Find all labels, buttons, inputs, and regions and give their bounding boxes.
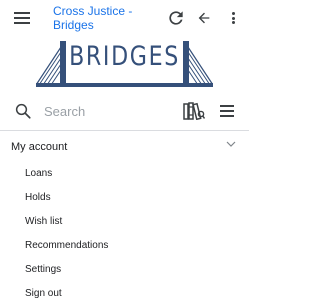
search-input[interactable] <box>44 101 164 121</box>
menu-item-loans[interactable]: Loans <box>25 164 52 184</box>
books-icon[interactable] <box>183 102 206 121</box>
page-title: Cross Justice - Bridges <box>53 4 133 32</box>
list-menu-icon[interactable] <box>220 105 234 117</box>
search-bar <box>0 98 249 124</box>
menu-item-recommendations[interactable]: Recommendations <box>25 236 108 256</box>
more-vert-icon[interactable] <box>226 7 240 29</box>
back-arrow-icon[interactable] <box>194 7 214 29</box>
my-account-toggle[interactable]: My account <box>0 133 249 161</box>
logo-wordmark: BRIDGES <box>69 41 180 72</box>
menu-item-sign-out[interactable]: Sign out <box>25 284 62 299</box>
menu-item-wish-list[interactable]: Wish list <box>25 212 62 232</box>
bridges-logo[interactable]: BRIDGES <box>36 39 213 89</box>
chevron-down-icon <box>226 141 236 147</box>
reload-icon[interactable] <box>165 7 187 29</box>
divider <box>0 130 249 131</box>
search-icon[interactable] <box>14 102 32 120</box>
app-top-bar: Cross Justice - Bridges <box>0 0 249 38</box>
menu-item-settings[interactable]: Settings <box>25 260 61 280</box>
menu-item-holds[interactable]: Holds <box>25 188 51 208</box>
my-account-label: My account <box>11 141 68 153</box>
hamburger-menu-icon[interactable] <box>14 12 30 24</box>
